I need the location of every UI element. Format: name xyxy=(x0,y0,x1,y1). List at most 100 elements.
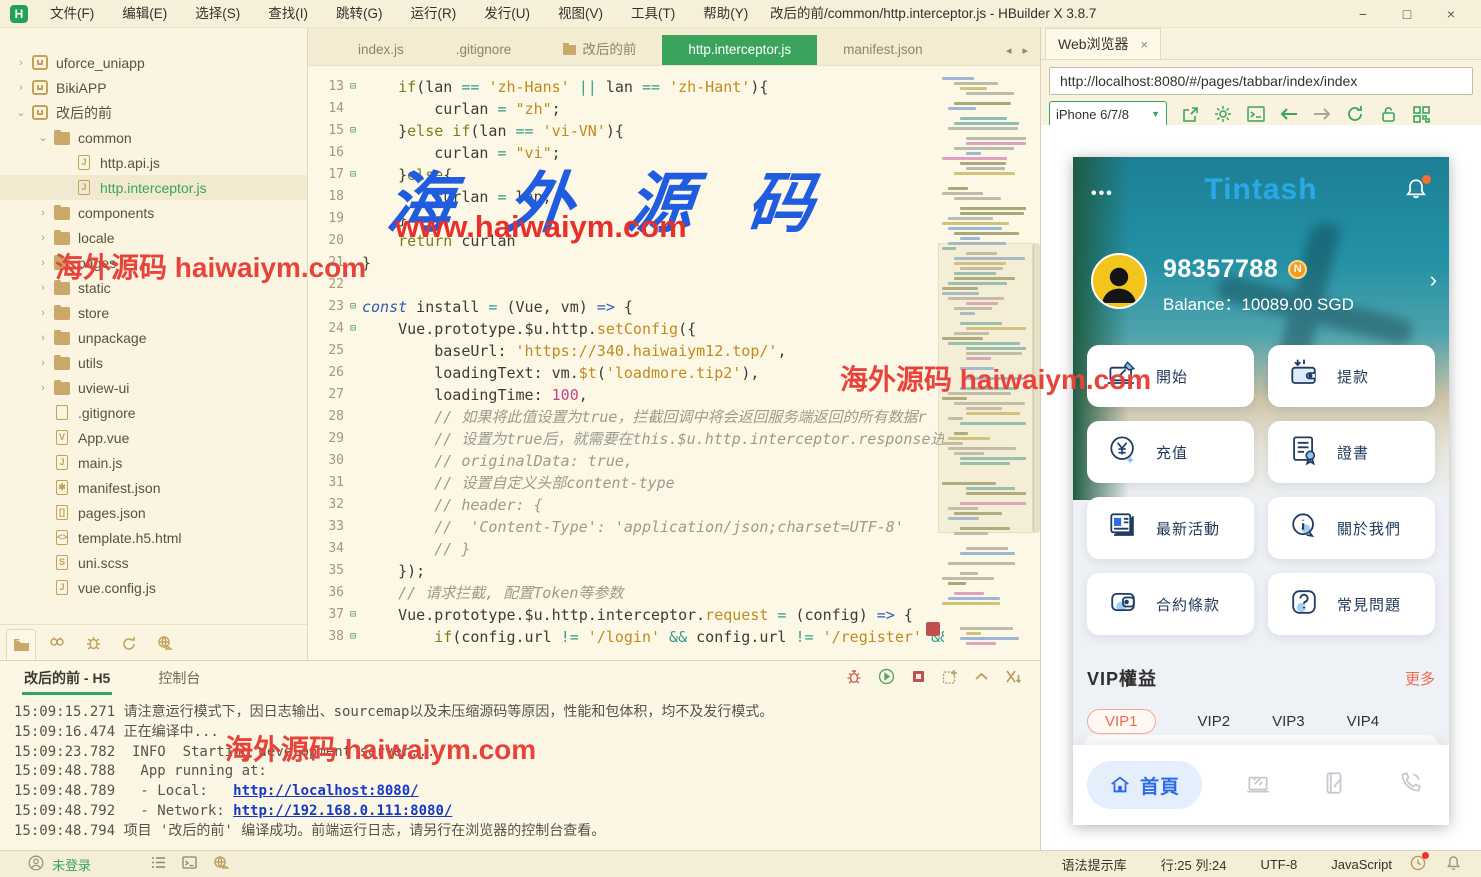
feature-card-withdraw[interactable]: 提款 xyxy=(1268,345,1435,407)
tree-item[interactable]: › uforce_uniapp xyxy=(0,50,307,75)
editor-tab[interactable]: 改后的前 xyxy=(537,35,662,65)
console-link[interactable]: http://localhost:8080/ xyxy=(233,783,418,799)
feature-card-start[interactable]: 開始 xyxy=(1087,345,1254,407)
menu-item[interactable]: 运行(R) xyxy=(399,0,469,28)
editor-tab[interactable]: .gitignore xyxy=(430,35,538,65)
terminal-icon[interactable] xyxy=(182,856,197,872)
chevron-collapsed-icon[interactable]: › xyxy=(36,232,50,244)
tree-item[interactable]: ✱ manifest.json xyxy=(0,475,307,500)
tab-scroll-arrows[interactable]: ◂ ▸ xyxy=(1006,44,1032,57)
qrcode-icon[interactable] xyxy=(1411,104,1431,124)
close-panel-icon[interactable] xyxy=(1005,669,1022,689)
chevron-collapsed-icon[interactable]: › xyxy=(36,357,50,369)
tree-item[interactable]: .gitignore xyxy=(0,400,307,425)
vip-tab[interactable]: VIP2 xyxy=(1198,713,1231,730)
tree-item[interactable]: <> template.h5.html xyxy=(0,525,307,550)
chevron-expanded-icon[interactable]: ⌄ xyxy=(14,106,28,119)
feature-card-contract[interactable]: 合約條款 xyxy=(1087,573,1254,635)
vip-tab[interactable]: VIP1 xyxy=(1087,709,1156,734)
browser-tab[interactable]: Web浏览器 × xyxy=(1045,28,1162,59)
maximize-button[interactable]: □ xyxy=(1385,0,1429,28)
chevron-collapsed-icon[interactable]: › xyxy=(36,282,50,294)
tree-item[interactable]: Jhttp.interceptor.js xyxy=(0,175,307,200)
chevron-collapsed-icon[interactable]: › xyxy=(36,332,50,344)
debug-bug-icon[interactable] xyxy=(846,669,862,690)
outline-list-icon[interactable] xyxy=(151,856,166,872)
language-mode[interactable]: JavaScript xyxy=(1331,857,1392,872)
refresh-view-icon[interactable] xyxy=(114,629,144,657)
cursor-position[interactable]: 行:25 列:24 xyxy=(1161,855,1227,874)
fold-marker-icon[interactable]: ⊟ xyxy=(344,318,362,340)
restart-run-icon[interactable] xyxy=(878,668,895,690)
tree-item[interactable]: V App.vue xyxy=(0,425,307,450)
console-tab[interactable]: 控制台 xyxy=(158,661,200,697)
tree-item[interactable]: Jmain.js xyxy=(0,450,307,475)
url-input[interactable]: http://localhost:8080/#/pages/tabbar/ind… xyxy=(1049,67,1473,95)
fold-marker-icon[interactable]: ⊟ xyxy=(344,604,362,626)
close-button[interactable]: × xyxy=(1429,0,1473,28)
syntax-lib-status[interactable]: 语法提示库 xyxy=(1062,855,1127,874)
search-view-icon[interactable] xyxy=(42,629,72,657)
feature-card-faq[interactable]: 常見問題 xyxy=(1268,573,1435,635)
editor-tab[interactable]: manifest.json xyxy=(817,35,949,65)
tree-item[interactable]: › utils xyxy=(0,350,307,375)
vip-tab[interactable]: VIP3 xyxy=(1272,713,1305,730)
feature-card-news[interactable]: 最新活動 xyxy=(1087,497,1254,559)
menu-item[interactable]: 帮助(Y) xyxy=(691,0,760,28)
cloud-sync-icon[interactable] xyxy=(213,856,230,872)
tree-item[interactable]: › store xyxy=(0,300,307,325)
chevron-collapsed-icon[interactable]: › xyxy=(36,207,50,219)
tree-item[interactable]: › uview-ui xyxy=(0,375,307,400)
menu-item[interactable]: 查找(I) xyxy=(256,0,320,28)
console-tab[interactable]: 改后的前 - H5 xyxy=(21,661,113,697)
tree-item[interactable]: ⌄ 改后的前 xyxy=(0,100,307,125)
tree-item[interactable]: Suni.scss xyxy=(0,550,307,575)
feature-card-recharge[interactable]: 充值 xyxy=(1087,421,1254,483)
forward-icon[interactable] xyxy=(1312,104,1332,124)
nav-trade-icon[interactable] xyxy=(1245,770,1271,801)
feature-card-about[interactable]: 關於我們 xyxy=(1268,497,1435,559)
editor-scrollbar[interactable] xyxy=(1032,243,1040,533)
chevron-collapsed-icon[interactable]: › xyxy=(36,307,50,319)
back-icon[interactable] xyxy=(1279,104,1299,124)
nav-contact-icon[interactable] xyxy=(1397,770,1423,801)
chevron-expanded-icon[interactable]: ⌄ xyxy=(36,131,50,144)
collapse-panel-icon[interactable] xyxy=(974,670,989,688)
menu-item[interactable]: 编辑(E) xyxy=(110,0,179,28)
notification-bell-icon[interactable] xyxy=(1403,175,1431,208)
editor-tab[interactable]: http.interceptor.js xyxy=(662,35,818,65)
minimap-viewport[interactable] xyxy=(938,243,1034,533)
nav-home-tab[interactable]: 首頁 xyxy=(1087,761,1203,809)
explorer-view-icon[interactable] xyxy=(6,628,36,661)
settings-gear-icon[interactable] xyxy=(1213,104,1233,124)
tree-item[interactable]: Jhttp.api.js xyxy=(0,150,307,175)
user-account-icon[interactable] xyxy=(28,855,44,874)
menu-item[interactable]: 发行(U) xyxy=(472,0,542,28)
minimize-button[interactable]: − xyxy=(1341,0,1385,28)
tree-item[interactable]: › components xyxy=(0,200,307,225)
encoding-status[interactable]: UTF-8 xyxy=(1260,857,1297,872)
refresh-icon[interactable] xyxy=(1345,104,1365,124)
menu-item[interactable]: 工具(T) xyxy=(619,0,687,28)
tree-item[interactable]: › BikiAPP xyxy=(0,75,307,100)
marketplace-view-icon[interactable] xyxy=(150,629,180,657)
fold-marker-icon[interactable]: ⊟ xyxy=(344,76,362,98)
device-select[interactable]: iPhone 6/7/8 ▼ xyxy=(1049,101,1167,127)
debug-view-icon[interactable] xyxy=(78,629,108,657)
tree-item[interactable]: [] pages.json xyxy=(0,500,307,525)
code-area[interactable]: 13 ⊟ if(lan == 'zh-Hans' || lan == 'zh-Ha… xyxy=(308,66,944,660)
menu-item[interactable]: 选择(S) xyxy=(183,0,252,28)
console-link[interactable]: http://192.168.0.111:8080/ xyxy=(233,803,452,819)
fold-marker-icon[interactable]: ⊟ xyxy=(344,296,362,318)
menu-item[interactable]: 文件(F) xyxy=(38,0,106,28)
fold-marker-icon[interactable]: ⊟ xyxy=(344,164,362,186)
tree-item[interactable]: Jvue.config.js xyxy=(0,575,307,600)
tree-item[interactable]: › pages xyxy=(0,250,307,275)
fold-marker-icon[interactable]: ⊟ xyxy=(344,120,362,142)
feature-card-certificate[interactable]: 證書 xyxy=(1268,421,1435,483)
chevron-collapsed-icon[interactable]: › xyxy=(14,82,28,94)
tree-item[interactable]: › locale xyxy=(0,225,307,250)
chevron-collapsed-icon[interactable]: › xyxy=(36,257,50,269)
browser-tab-close-icon[interactable]: × xyxy=(1141,37,1149,52)
lock-icon[interactable] xyxy=(1378,104,1398,124)
